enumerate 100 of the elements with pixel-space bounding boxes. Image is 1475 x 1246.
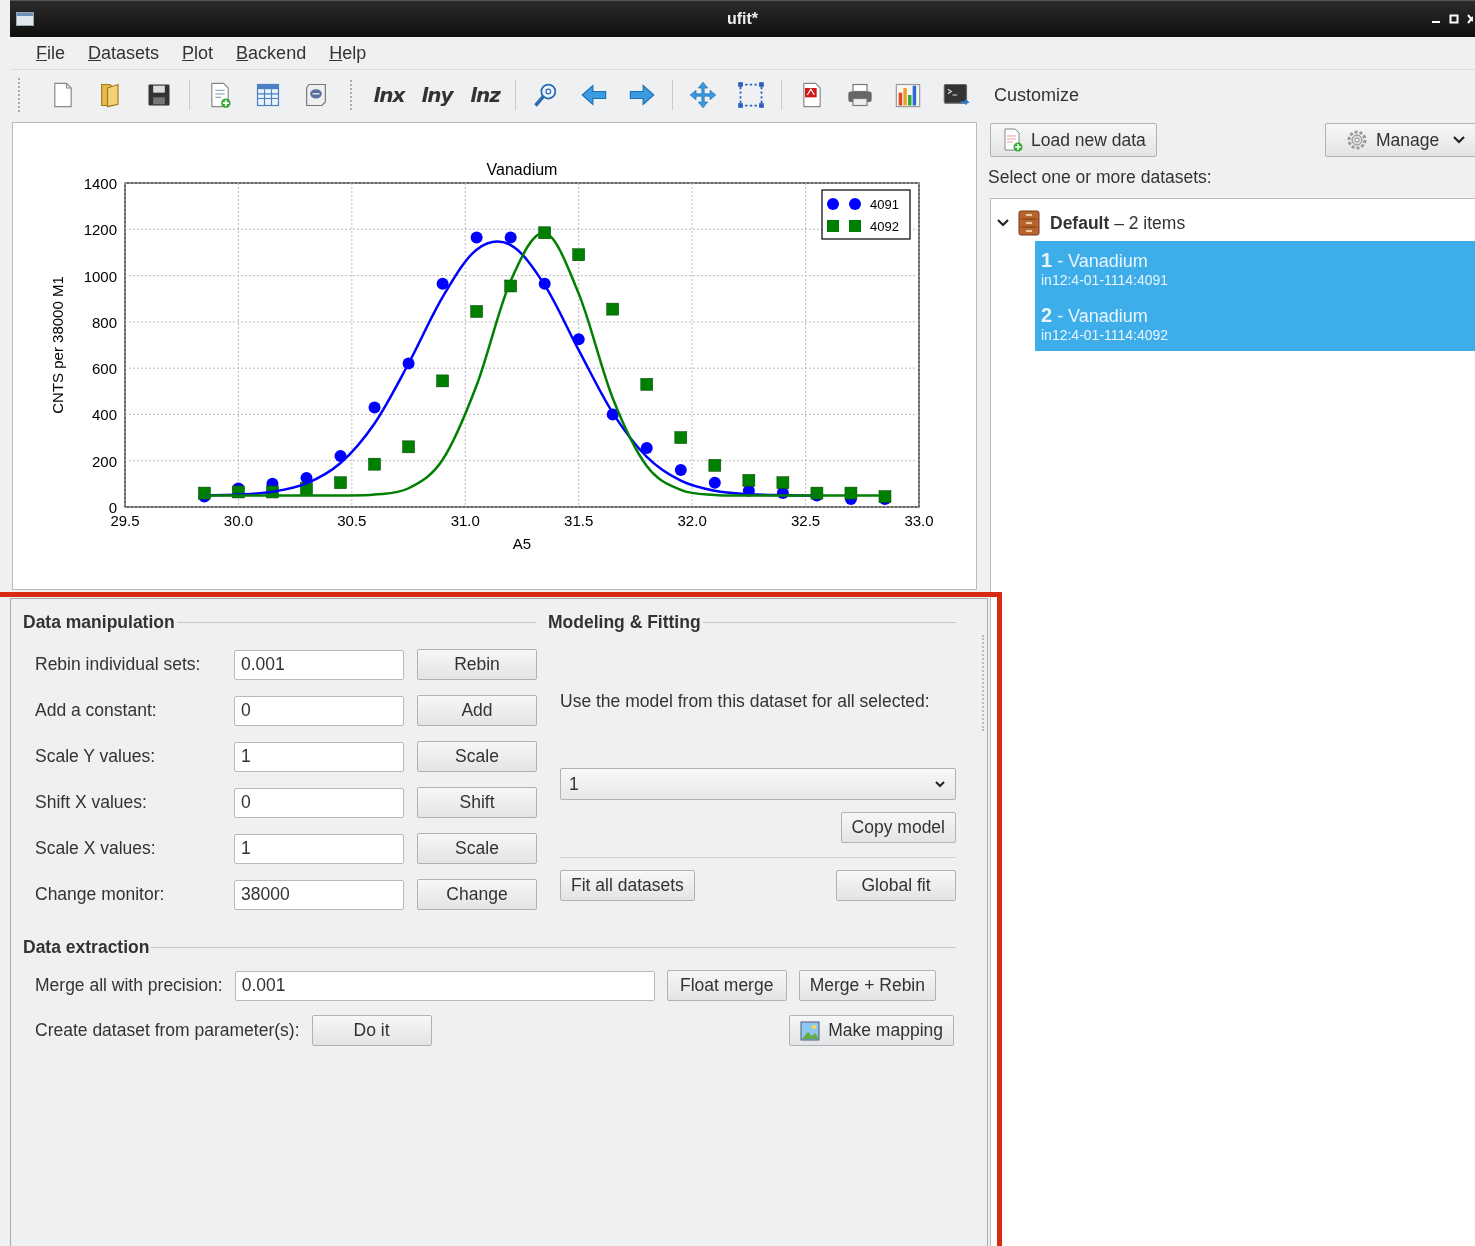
datasets-prompt: Select one or more datasets: <box>988 167 1213 188</box>
splitter-handle[interactable] <box>982 635 987 731</box>
make-mapping-button[interactable]: Make mapping <box>789 1015 954 1046</box>
data-point <box>674 431 688 444</box>
action-button[interactable]: Rebin <box>417 649 537 680</box>
data-point <box>402 357 415 370</box>
printer-icon[interactable] <box>846 81 874 109</box>
log-scale-button[interactable]: lny <box>413 83 461 107</box>
data-point <box>640 442 653 454</box>
data-point <box>708 459 722 472</box>
y-axis-label: CNTS per 38000 M1 <box>49 276 66 414</box>
field-label: Scale X values: <box>35 838 157 859</box>
section-heading: Modeling & Fitting <box>548 611 701 633</box>
fit-all-button[interactable]: Fit all datasets <box>560 870 695 901</box>
menu-item[interactable]: Backend <box>236 42 307 64</box>
data-point <box>742 474 756 487</box>
model-prompt: Use the model from this dataset for all selected: <box>560 691 931 712</box>
field-label: Add a constant: <box>35 700 158 721</box>
action-button[interactable]: Shift <box>417 787 537 818</box>
dataset-dropdown[interactable]: 1 <box>560 768 956 800</box>
x-tick-label: 30.5 <box>337 512 367 529</box>
data-point <box>198 486 211 500</box>
input-field[interactable]: 1 <box>234 741 404 772</box>
y-tick-label: 200 <box>91 452 117 470</box>
data-point <box>776 476 790 489</box>
log-scale-button[interactable]: lnz <box>461 83 509 107</box>
data-point <box>368 401 381 414</box>
x-tick-label: 30.0 <box>223 512 254 529</box>
global-fit-button[interactable]: Global fit <box>836 870 956 901</box>
data-point <box>368 457 381 471</box>
field-label: Change monitor: <box>35 884 166 905</box>
expand-caret-icon[interactable] <box>997 218 1009 228</box>
copy-model-button[interactable]: Copy model <box>840 812 956 843</box>
data-point <box>436 374 449 388</box>
input-field[interactable]: 38000 <box>234 879 404 910</box>
merge-rebin-button[interactable]: Merge + Rebin <box>798 970 936 1001</box>
gear-icon <box>1346 129 1368 151</box>
data-point <box>334 450 347 463</box>
customize-button[interactable]: Customize <box>994 84 1080 106</box>
y-tick-label: 1200 <box>83 221 117 239</box>
do-it-button[interactable]: Do it <box>311 1015 432 1046</box>
y-tick-label: 400 <box>91 406 117 424</box>
x-tick-label: 33.0 <box>904 512 934 529</box>
image-icon <box>800 1020 821 1041</box>
y-tick-label: 1400 <box>83 175 117 192</box>
action-button[interactable]: Change <box>417 879 537 910</box>
menu-item[interactable]: Plot <box>182 42 214 64</box>
legend-label: 4091 <box>870 197 899 212</box>
manage-button[interactable]: Manage <box>1325 123 1475 157</box>
maximize-icon[interactable] <box>1449 14 1459 24</box>
data-point <box>606 302 619 316</box>
action-button[interactable]: Scale <box>417 833 537 864</box>
data-point <box>470 305 483 318</box>
load-data-button[interactable]: Load new data <box>990 123 1157 157</box>
dataset-title: 2 - Vanadium <box>1041 304 1149 327</box>
section-heading: Data extraction <box>23 936 150 958</box>
data-point <box>640 378 653 391</box>
chart-title: Vanadium <box>486 161 558 178</box>
caret-icon <box>1453 136 1466 144</box>
move-icon[interactable] <box>689 81 717 109</box>
dataset-title: 1 - Vanadium <box>1041 249 1149 272</box>
data-point <box>674 463 687 476</box>
x-axis-label: A5 <box>512 535 532 552</box>
log-scale-button[interactable]: lnx <box>365 83 413 107</box>
menu-item[interactable]: Datasets <box>88 42 160 64</box>
window-title: ufit* <box>725 10 760 28</box>
y-tick-label: 800 <box>91 313 117 331</box>
menu-item[interactable]: Help <box>329 42 367 64</box>
dataset-file: in12:4-01-1114:4091 <box>1041 272 1170 288</box>
legend-marker <box>827 198 861 210</box>
data-point <box>572 333 585 346</box>
bar-chart-icon[interactable] <box>894 81 922 109</box>
field-label: Scale Y values: <box>35 746 156 767</box>
input-field[interactable]: 0.001 <box>234 649 404 680</box>
close-icon[interactable] <box>1467 14 1473 24</box>
data-point <box>708 476 721 489</box>
x-tick-label: 31.5 <box>564 512 594 529</box>
table-icon[interactable] <box>254 81 282 109</box>
action-button[interactable]: Scale <box>417 741 537 772</box>
x-tick-label: 31.0 <box>450 512 480 529</box>
float-merge-button[interactable]: Float merge <box>666 970 787 1001</box>
window-icon <box>16 12 34 26</box>
data-point <box>504 231 517 244</box>
action-button[interactable]: Add <box>417 695 537 726</box>
cabinet-icon <box>1018 210 1040 236</box>
data-point <box>334 476 347 489</box>
input-field[interactable]: 0 <box>234 787 404 818</box>
input-field[interactable]: 0 <box>234 695 404 726</box>
group-label[interactable]: Default – 2 items <box>1050 212 1186 234</box>
y-tick-label: 1000 <box>83 267 117 285</box>
data-point <box>402 440 415 454</box>
input-field[interactable]: 1 <box>234 833 404 864</box>
selection-icon[interactable] <box>737 81 765 109</box>
add-file-icon <box>1003 128 1023 152</box>
x-tick-label: 32.0 <box>677 512 707 529</box>
section-heading: Data manipulation <box>23 611 175 633</box>
legend-label: 4092 <box>870 219 899 234</box>
field-label: Merge all with precision: <box>35 975 223 996</box>
menu-item[interactable]: File <box>36 42 65 64</box>
input-field[interactable]: 0.001 <box>234 970 655 1001</box>
